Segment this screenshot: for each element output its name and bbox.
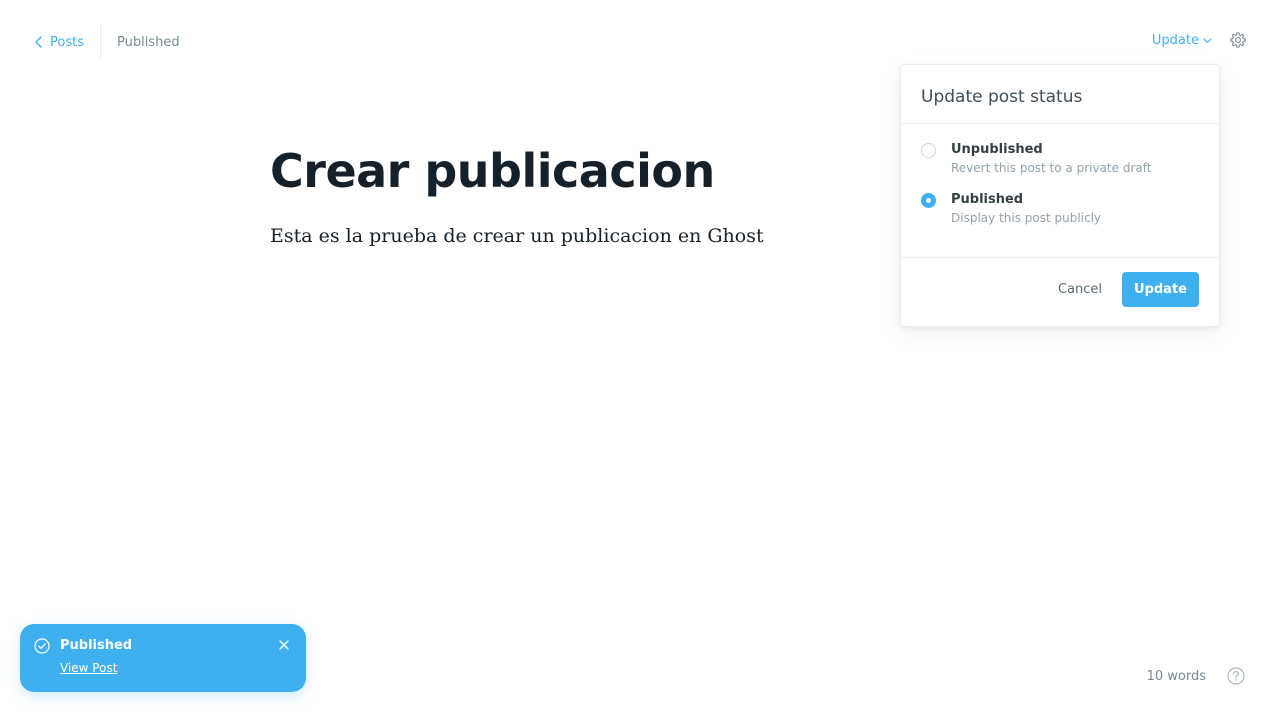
post-body[interactable]: Esta es la prueba de crear un publicacio… [270, 222, 870, 250]
check-circle-icon [34, 638, 50, 654]
popover-title: Update post status [921, 87, 1083, 107]
chevron-left-icon [35, 36, 42, 48]
unpublished-radio[interactable] [921, 143, 936, 158]
gear-icon [1230, 32, 1246, 48]
update-trigger-label: Update [1151, 32, 1199, 48]
option-text: Unpublished Revert this post to a privat… [951, 142, 1151, 176]
status-options: Unpublished Revert this post to a privat… [901, 124, 1219, 258]
settings-button[interactable] [1228, 30, 1248, 50]
popover-footer: Cancel Update [901, 258, 1219, 307]
update-button[interactable]: Update [1122, 272, 1199, 307]
published-radio[interactable] [921, 193, 936, 208]
update-dropdown-trigger[interactable]: Update [1152, 33, 1212, 48]
published-toast: Published View Post [20, 624, 306, 692]
header-left: Posts Published [34, 24, 180, 60]
word-count: 10 words [1146, 668, 1206, 684]
option-description: Display this post publicly [951, 211, 1102, 225]
editor-page: Posts Published Update Crear publicacion… [0, 0, 1280, 720]
header-right: Update [1152, 30, 1248, 50]
option-published[interactable]: Published Display this post publicly [921, 192, 1199, 226]
option-description: Revert this post to a private draft [951, 161, 1152, 175]
chevron-down-icon [1203, 38, 1212, 44]
help-icon[interactable] [1226, 666, 1246, 686]
close-icon[interactable] [278, 639, 290, 651]
post-title[interactable]: Crear publicacion [270, 140, 870, 202]
editor-footer: 10 words [1147, 666, 1246, 686]
option-label: Unpublished [951, 142, 1043, 157]
option-unpublished[interactable]: Unpublished Revert this post to a privat… [921, 142, 1199, 176]
option-text: Published Display this post publicly [951, 192, 1101, 226]
post-status-text: Published [116, 34, 180, 50]
back-link-label: Posts [50, 34, 84, 50]
post-editor: Crear publicacion Esta es la prueba de c… [270, 140, 870, 250]
cancel-button[interactable]: Cancel [1058, 282, 1102, 297]
update-status-popover: Update post status Unpublished Revert th… [900, 64, 1220, 327]
toast-title: Published [60, 638, 133, 653]
option-label: Published [951, 192, 1024, 207]
popover-header: Update post status [901, 65, 1219, 124]
view-post-link[interactable]: View Post [60, 661, 117, 675]
back-to-posts-link[interactable]: Posts [34, 24, 100, 60]
